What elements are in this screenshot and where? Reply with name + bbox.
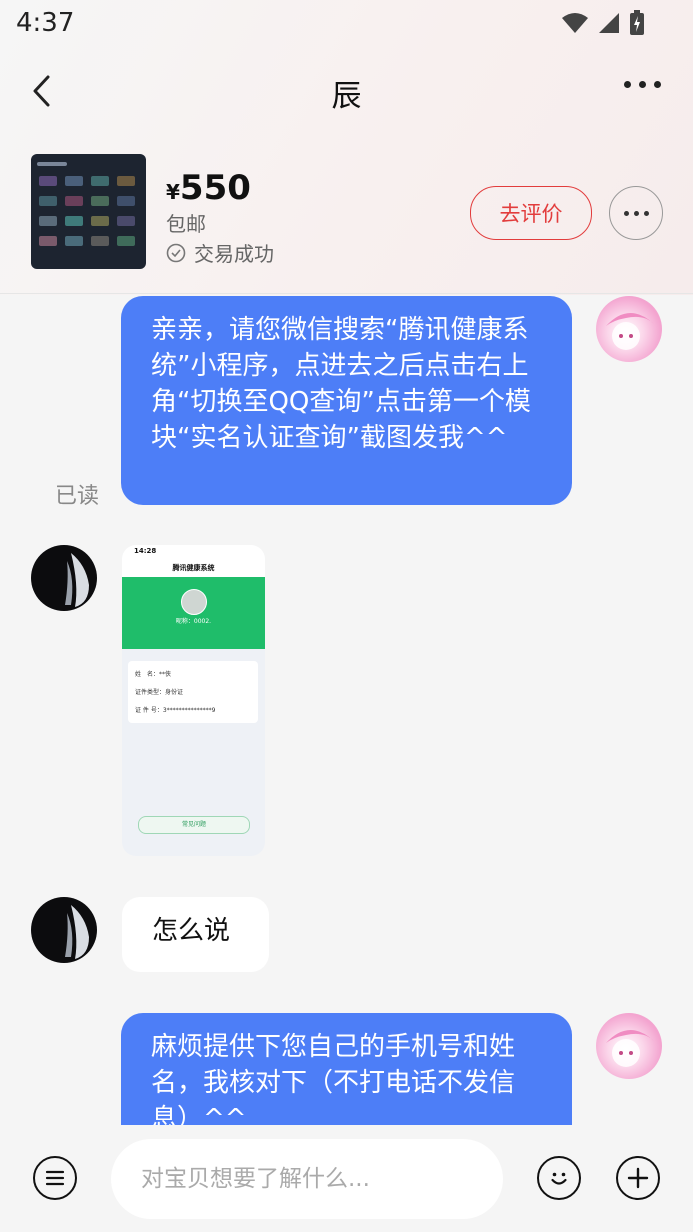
wifi-icon [562,13,588,33]
avatar-other[interactable] [31,897,97,963]
signal-icon [599,13,619,33]
product-card[interactable]: ¥550 包邮 交易成功 去评价 [0,150,693,285]
nav-bar: 辰 [0,55,693,125]
message-text: 亲亲，请您微信搜索“腾讯健康系统”小程序，点进去之后点击右上角“切换至QQ查询”… [151,315,531,453]
product-price: ¥550 [166,168,251,208]
more-options-icon[interactable] [624,81,661,88]
message-text: 怎么说 [152,916,231,946]
image-info-card: 姓 名：**侠 证件类型：身份证 证 件 号：3***************9 [128,661,258,723]
image-faq-button: 常见问题 [138,816,250,834]
status-bar: 4:37 [0,0,693,48]
deal-status-label: 交易成功 [194,242,274,266]
message-input[interactable]: 对宝贝想要了解什么... [111,1139,503,1219]
read-receipt: 已读 [55,484,100,509]
image-time: 14:28 [134,547,157,555]
status-icons [561,10,645,36]
image-header: 腾讯健康系统 [122,559,265,577]
avatar-self[interactable] [596,296,662,362]
product-thumbnail[interactable] [31,154,146,269]
image-nickname: 昵称：0002. [175,618,212,625]
message-text: 麻烦提供下您自己的手机号和姓名，我核对下（不打电话不发信息）^^ [151,1032,516,1134]
message-bubble-incoming[interactable]: 怎么说 [122,897,269,972]
dark-avatar-icon [65,905,89,959]
message-image[interactable]: 14:28 腾讯健康系统 昵称：0002. 姓 名：**侠 证件类型：身份证 证… [122,545,265,856]
check-circle-icon [166,243,186,262]
shipping-label: 包邮 [166,212,206,236]
anime-avatar-icon [606,312,654,350]
avatar-self[interactable] [596,1013,662,1079]
product-more-icon[interactable] [609,186,663,240]
dark-avatar-icon [65,553,89,607]
message-bubble-outgoing[interactable]: 亲亲，请您微信搜索“腾讯健康系统”小程序，点进去之后点击右上角“切换至QQ查询”… [121,296,572,505]
emoji-icon[interactable] [537,1156,581,1200]
anime-avatar-icon [606,1029,654,1067]
status-time: 4:37 [16,8,75,38]
add-icon[interactable] [616,1156,660,1200]
avatar-other[interactable] [31,545,97,611]
menu-icon[interactable] [33,1156,77,1200]
input-bar: 对宝贝想要了解什么... [0,1125,693,1232]
deal-status: 交易成功 [166,238,274,267]
image-avatar [181,589,207,615]
chat-title: 辰 [331,79,362,114]
battery-icon [630,10,644,35]
review-button[interactable]: 去评价 [470,186,592,240]
divider [0,293,693,294]
